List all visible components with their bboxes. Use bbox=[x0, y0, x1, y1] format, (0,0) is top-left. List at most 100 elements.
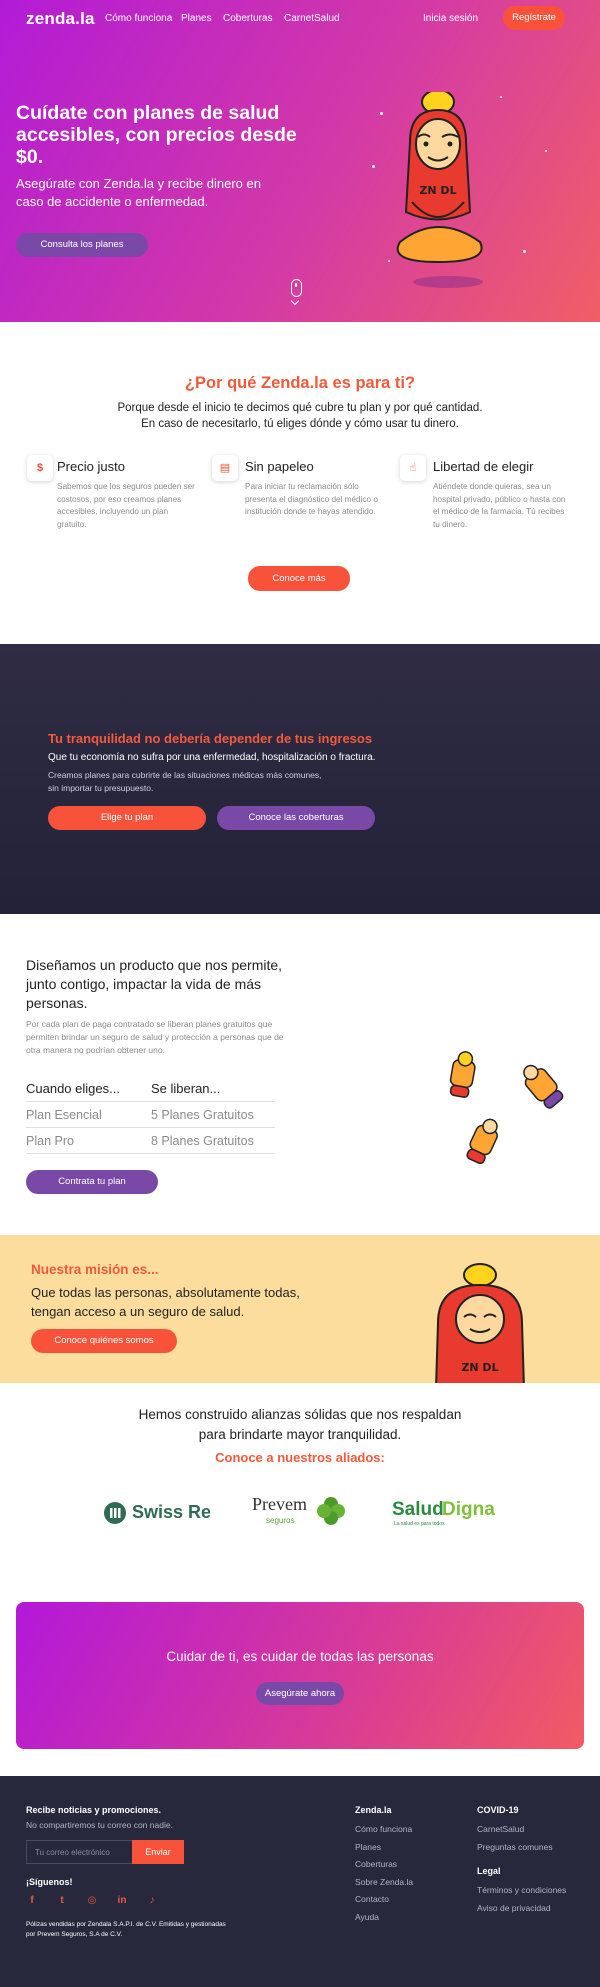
footer-link[interactable]: Contacto bbox=[355, 1894, 389, 1904]
nav-link-carnetsalud[interactable]: CarnetSalud bbox=[284, 13, 340, 24]
salud-digna-logo[interactable]: Salud Digna La salud es para todos bbox=[392, 1499, 502, 1529]
divider bbox=[26, 1101, 275, 1102]
insure-now-button[interactable]: Asegúrate ahora bbox=[256, 1682, 344, 1705]
contract-plan-button[interactable]: Contrata tu plan bbox=[26, 1170, 158, 1194]
why-title: ¿Por qué Zenda.la es para ti? bbox=[184, 374, 416, 392]
nav-link-planes[interactable]: Planes bbox=[181, 13, 212, 24]
footer-link[interactable]: CarnetSalud bbox=[477, 1824, 524, 1834]
swiss-re-logo[interactable]: Swiss Re bbox=[104, 1500, 214, 1526]
mission-text: Que todas las personas, absolutamente to… bbox=[31, 1285, 300, 1319]
peace-title: Tu tranquilidad no debería depender de t… bbox=[48, 731, 373, 746]
divider bbox=[26, 1127, 275, 1128]
prevem-logo[interactable]: Prevem seguros bbox=[252, 1494, 347, 1530]
product-text: Por cada plan de paga contratado se libe… bbox=[26, 1019, 284, 1055]
footer-link[interactable]: Preguntas comunes bbox=[477, 1842, 553, 1852]
linkedin-icon[interactable]: in bbox=[116, 1895, 128, 1907]
legal-note-line1: Pólizas vendidas por Zendala S.A.P.I. de… bbox=[26, 1921, 226, 1928]
prevem-clover-icon bbox=[317, 1497, 345, 1525]
prevem-subtext: seguros bbox=[266, 1516, 295, 1525]
peace-subtitle: Que tu economía no sufra por una enferme… bbox=[48, 752, 376, 763]
divider bbox=[26, 1153, 275, 1154]
view-coverages-button[interactable]: Conoce las coberturas bbox=[217, 806, 375, 830]
footer-col-zendala-title: Zenda.la bbox=[355, 1805, 392, 1815]
footer-link[interactable]: Coberturas bbox=[355, 1859, 397, 1869]
legal-note-line2: por Prevem Seguros, S.A de C.V. bbox=[26, 1930, 123, 1938]
facebook-icon[interactable]: f bbox=[26, 1895, 38, 1907]
mascot-illustration: ZN DL bbox=[435, 1263, 525, 1383]
why-subtitle-line2: En caso de necesitarlo, tú eliges dónde … bbox=[141, 418, 459, 430]
footer-link[interactable]: Ayuda bbox=[355, 1912, 379, 1922]
star-decoration bbox=[372, 165, 375, 168]
scroll-mouse-icon[interactable] bbox=[291, 279, 302, 297]
learn-more-button[interactable]: Conoce más bbox=[248, 566, 350, 591]
table-header-free: Se liberan... bbox=[151, 1081, 221, 1096]
email-input[interactable] bbox=[26, 1840, 132, 1864]
send-button[interactable]: Enviar bbox=[132, 1840, 184, 1864]
choose-plan-button[interactable]: Elige tu plan bbox=[48, 806, 206, 830]
pointer-hand-icon: ☝ bbox=[400, 455, 426, 481]
falling-mascots-illustration bbox=[449, 1051, 564, 1165]
feature-title-papeleo: Sin papeleo bbox=[245, 459, 314, 474]
footer-link[interactable]: Aviso de privacidad bbox=[477, 1903, 551, 1913]
footer-link[interactable]: Términos y condiciones bbox=[477, 1885, 566, 1895]
allies-title-line2: para brindarte mayor tranquilidad. bbox=[198, 1427, 402, 1442]
tiktok-icon[interactable]: ♪ bbox=[146, 1895, 158, 1907]
table-cell-plan: Plan Esencial bbox=[26, 1108, 102, 1122]
peace-text-line1: Creamos planes para cubrirte de las situ… bbox=[48, 770, 322, 780]
meditating-mascot-illustration: ZN DL bbox=[396, 92, 483, 288]
peace-text: Creamos planes para cubrirte de las situ… bbox=[48, 769, 348, 795]
salud-digna-text-salud: Salud bbox=[392, 1499, 444, 1520]
footer-link[interactable]: Planes bbox=[355, 1842, 381, 1852]
nav-link-coberturas[interactable]: Coberturas bbox=[223, 13, 272, 24]
hero-subtitle: Asegúrate con Zenda.la y recibe dinero e… bbox=[16, 176, 261, 209]
salud-digna-text-digna: Digna bbox=[442, 1499, 495, 1520]
mission-title: Nuestra misión es... bbox=[31, 1262, 159, 1277]
footer-col-legal-title: Legal bbox=[477, 1866, 501, 1876]
newsletter-title: Recibe noticias y promociones. bbox=[26, 1805, 162, 1815]
mascot-hoodie-text: ZN DL bbox=[419, 184, 456, 197]
table-header-choose: Cuando eliges... bbox=[26, 1081, 120, 1096]
hero-title: Cuídate con planes de salud accesibles, … bbox=[16, 102, 297, 168]
top-navbar: zenda.la Cómo funciona Planes Coberturas… bbox=[0, 0, 600, 38]
allies-subtitle: Conoce a nuestros aliados: bbox=[215, 1450, 385, 1465]
feature-title-precio: Precio justo bbox=[57, 459, 125, 474]
allies-title-line1: Hemos construido alianzas sólidas que no… bbox=[138, 1407, 462, 1422]
why-subtitle-line1: Porque desde el inicio te decimos qué cu… bbox=[117, 402, 483, 414]
footer-col-covid-title: COVID-19 bbox=[477, 1805, 519, 1815]
feature-text-libertad: Atiéndete donde quieras, sea un hospital… bbox=[433, 482, 566, 529]
feature-text-papeleo: Para iniciar tu reclamación sólo present… bbox=[245, 482, 378, 516]
salud-digna-tagline: La salud es para todos bbox=[394, 1521, 445, 1527]
product-title: Diseñamos un producto que nos permite, j… bbox=[26, 957, 283, 1011]
footer-link[interactable]: Cómo funciona bbox=[355, 1824, 412, 1834]
feature-title-libertad: Libertad de elegir bbox=[433, 459, 534, 474]
twitter-icon[interactable]: t bbox=[56, 1895, 68, 1907]
feature-text-precio: Sabemos que los seguros pueden ser costo… bbox=[57, 482, 195, 529]
prevem-text: Prevem bbox=[252, 1494, 307, 1514]
swiss-re-text: Swiss Re bbox=[132, 1502, 212, 1522]
login-link[interactable]: Inicia sesión bbox=[423, 13, 478, 24]
document-icon: ▤ bbox=[212, 455, 238, 481]
instagram-icon[interactable]: ◎ bbox=[86, 1895, 98, 1907]
table-cell-plan: Plan Pro bbox=[26, 1134, 74, 1148]
star-decoration bbox=[545, 150, 547, 152]
consult-plans-button[interactable]: Consulta los planes bbox=[16, 233, 148, 257]
about-us-button[interactable]: Conoce quiénes somos bbox=[31, 1329, 177, 1353]
register-button[interactable]: Regístrate bbox=[503, 6, 565, 30]
swiss-re-icon bbox=[104, 1502, 126, 1524]
mascot-hoodie-text: ZN DL bbox=[461, 1361, 498, 1374]
table-cell-free: 5 Planes Gratuitos bbox=[151, 1108, 254, 1122]
logo[interactable]: zenda.la bbox=[26, 9, 95, 29]
price-tag-icon: $ bbox=[27, 455, 53, 481]
table-cell-free: 8 Planes Gratuitos bbox=[151, 1134, 254, 1148]
nav-link-como-funciona[interactable]: Cómo funciona bbox=[105, 13, 172, 24]
cta-text: Cuidar de ti, es cuidar de todas las per… bbox=[166, 1649, 434, 1664]
allies-title: Hemos construido alianzas sólidas que no… bbox=[0, 1405, 600, 1445]
chevron-down-icon bbox=[290, 296, 300, 306]
peace-text-line2: sin importar tu presupuesto. bbox=[48, 783, 154, 793]
legal-note: Pólizas vendidas por Zendala S.A.P.I. de… bbox=[26, 1920, 256, 1939]
newsletter-subtitle: No compartiremos tu correo con nadie. bbox=[26, 1820, 173, 1830]
cta-banner bbox=[16, 1602, 584, 1749]
why-subtitle: Porque desde el inicio te decimos qué cu… bbox=[0, 400, 600, 432]
footer-link[interactable]: Sobre Zenda.la bbox=[355, 1877, 413, 1887]
follow-title: ¡Síguenos! bbox=[26, 1877, 73, 1887]
